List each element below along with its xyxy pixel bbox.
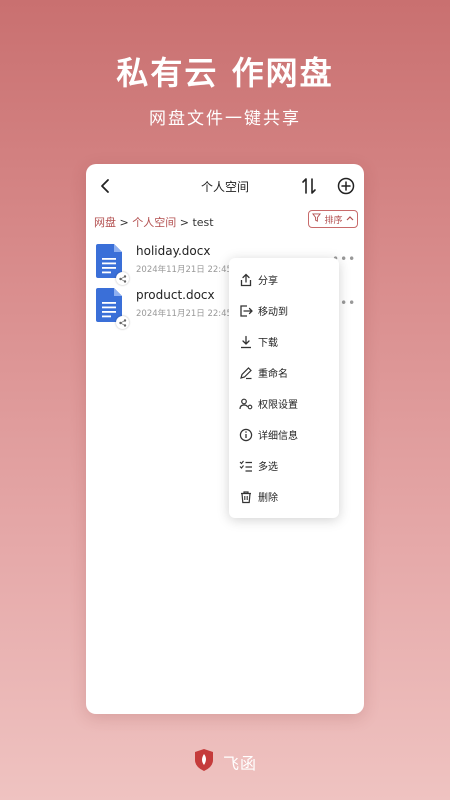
breadcrumb-item-personal-space[interactable]: 个人空间 (132, 216, 176, 229)
permission-icon (239, 396, 253, 410)
rename-icon (239, 365, 253, 380)
menu-label: 分享 (258, 276, 278, 287)
brand-footer: 飞函 (0, 748, 450, 776)
menu-item-share[interactable]: 分享 (229, 264, 339, 295)
menu-item-delete[interactable]: 删除 (229, 481, 339, 512)
hero-title: 私有云 作网盘 (116, 54, 334, 92)
menu-label: 下载 (258, 338, 278, 349)
shared-badge-icon (116, 316, 129, 329)
context-menu: 分享 移动到 下载 重命名 权限设置 详细信息 多选 删除 (229, 258, 339, 518)
page-title: 个人空间 (200, 180, 249, 194)
filter-icon (312, 213, 322, 225)
top-bar: 个人空间 (86, 164, 364, 208)
breadcrumb-item-netdisk[interactable]: 网盘 (94, 216, 116, 229)
sort-button-label: 排序 (324, 215, 343, 226)
file-name: product.docx (136, 288, 215, 302)
menu-item-permissions[interactable]: 权限设置 (229, 388, 339, 419)
breadcrumb-separator: > (119, 216, 129, 229)
info-icon (239, 427, 253, 442)
breadcrumb-separator: > (179, 216, 189, 229)
menu-item-download[interactable]: 下载 (229, 326, 339, 357)
multi-select-icon (239, 458, 253, 472)
chevron-up-icon (346, 214, 354, 224)
sort-button[interactable]: 排序 (308, 210, 358, 228)
menu-item-move-to[interactable]: 移动到 (229, 295, 339, 326)
file-date: 2024年11月21日 22:45 (136, 309, 232, 319)
menu-label: 重命名 (258, 369, 288, 380)
file-date: 2024年11月21日 22:45 (136, 265, 232, 275)
menu-item-details[interactable]: 详细信息 (229, 419, 339, 450)
menu-label: 多选 (258, 462, 278, 473)
delete-icon (239, 489, 253, 504)
menu-label: 删除 (258, 493, 278, 504)
share-icon (239, 272, 253, 287)
menu-label: 详细信息 (258, 431, 298, 442)
menu-item-multi-select[interactable]: 多选 (229, 450, 339, 481)
brand-name: 飞函 (222, 754, 257, 773)
breadcrumb: 网盘 > 个人空间 > test (94, 214, 214, 230)
hero-subtitle: 网盘文件一键共享 (149, 109, 301, 129)
shared-badge-icon (116, 272, 129, 285)
brand-logo-icon (193, 748, 215, 776)
file-name: holiday.docx (136, 244, 211, 258)
menu-label: 权限设置 (258, 400, 298, 411)
sort-arrows-icon[interactable] (300, 176, 318, 196)
add-circle-icon[interactable] (336, 176, 356, 196)
move-to-icon (239, 303, 253, 317)
menu-label: 移动到 (258, 307, 288, 318)
download-icon (239, 334, 253, 349)
breadcrumb-item-current: test (192, 216, 214, 229)
menu-item-rename[interactable]: 重命名 (229, 357, 339, 388)
